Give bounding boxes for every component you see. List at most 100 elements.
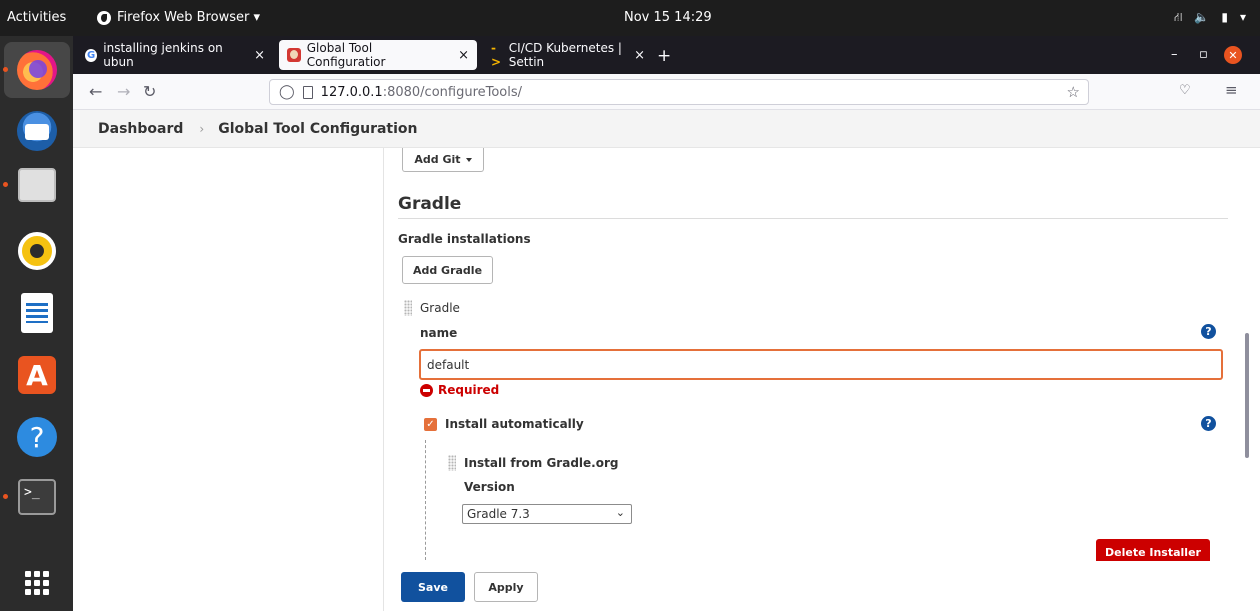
- app-center-icon: A: [18, 356, 56, 394]
- show-apps-icon: [25, 571, 49, 595]
- help-icon[interactable]: ?: [1201, 324, 1216, 339]
- close-tab-icon[interactable]: ×: [254, 48, 265, 63]
- tab-installing-jenkins[interactable]: G installing jenkins on ubun ×: [77, 40, 273, 70]
- jenkins-icon: [287, 48, 301, 62]
- chevron-down-icon: ⌄: [615, 506, 625, 519]
- clock[interactable]: Nov 15 14:29: [624, 10, 712, 25]
- tab-label: CI/CD Kubernetes | Settin: [508, 41, 622, 69]
- delete-installer-label: Delete Installer: [1105, 546, 1201, 559]
- dock-firefox[interactable]: [3, 42, 70, 98]
- dock-writer[interactable]: [14, 290, 60, 336]
- google-icon: G: [85, 48, 98, 62]
- apply-button[interactable]: Apply: [474, 572, 538, 602]
- dock-files[interactable]: [3, 162, 60, 208]
- version-label: Version: [464, 480, 515, 494]
- help-icon: ?: [17, 417, 57, 457]
- app-menu-label: Firefox Web Browser ▾: [117, 10, 260, 25]
- bookmark-star-icon[interactable]: ☆: [1067, 83, 1080, 101]
- nested-block-guide: [425, 440, 426, 560]
- add-git-button[interactable]: Add Git: [402, 148, 484, 172]
- add-gradle-button[interactable]: Add Gradle: [402, 256, 493, 284]
- window-close-icon[interactable]: ✕: [1224, 46, 1242, 64]
- dock-terminal[interactable]: >_: [3, 474, 60, 520]
- files-icon: [18, 168, 56, 202]
- required-error: Required: [420, 383, 499, 397]
- save-button[interactable]: Save: [401, 572, 465, 602]
- pocket-icon[interactable]: ♡: [1179, 83, 1191, 98]
- volume-icon[interactable]: 🔈: [1194, 10, 1209, 26]
- back-icon[interactable]: ←: [89, 82, 102, 101]
- help-icon[interactable]: ?: [1201, 416, 1216, 431]
- gradle-item-title: Gradle: [420, 301, 460, 315]
- gradle-installations-label: Gradle installations: [398, 232, 531, 246]
- close-tab-icon[interactable]: ×: [634, 48, 645, 63]
- maximize-icon[interactable]: ▫: [1199, 47, 1208, 62]
- reload-icon[interactable]: ↻: [143, 82, 156, 101]
- save-label: Save: [418, 580, 448, 594]
- network-icon[interactable]: ⛙: [1174, 10, 1182, 26]
- side-panel-divider: [383, 148, 384, 611]
- dock-app-center[interactable]: A: [14, 352, 60, 398]
- dock: A ? >_: [0, 36, 73, 611]
- firefox-small-icon: [97, 10, 111, 25]
- dock-rhythmbox[interactable]: [14, 228, 60, 274]
- navigation-toolbar: ← → ↻ ◯ 127.0.0.1:8080/configureTools/ ☆…: [73, 74, 1260, 110]
- gitlab-arrow-icon: ->: [491, 41, 502, 69]
- install-automatically-checkbox[interactable]: ✓: [424, 418, 437, 431]
- running-indicator: [3, 67, 8, 72]
- install-automatically-label[interactable]: Install automatically: [445, 417, 584, 431]
- terminal-icon: >_: [18, 479, 56, 515]
- name-label: name: [420, 326, 458, 340]
- rhythmbox-icon: [18, 232, 56, 270]
- add-git-label: Add Git: [414, 153, 461, 166]
- dock-thunderbird[interactable]: [14, 108, 60, 154]
- menu-caret-icon[interactable]: ▾: [1240, 10, 1246, 26]
- thunderbird-icon: [17, 111, 57, 151]
- minimize-icon[interactable]: –: [1171, 47, 1178, 62]
- url-text[interactable]: 127.0.0.1:8080/configureTools/: [321, 85, 522, 100]
- page-info-icon[interactable]: [302, 85, 313, 99]
- battery-icon[interactable]: ▮: [1221, 10, 1228, 26]
- main-content: Add Git Gradle Gradle installations Add …: [73, 148, 1260, 611]
- running-indicator: [3, 494, 8, 499]
- tab-label: installing jenkins on ubun: [103, 41, 223, 69]
- tab-global-tool-configuration[interactable]: Global Tool Configuratior ×: [279, 40, 477, 70]
- gradle-section-title: Gradle: [398, 194, 462, 214]
- system-top-bar: Activities Firefox Web Browser ▾ Nov 15 …: [0, 0, 1260, 36]
- breadcrumb-separator: ›: [199, 121, 205, 136]
- error-icon: [420, 383, 433, 397]
- app-menu[interactable]: Firefox Web Browser ▾: [97, 10, 260, 25]
- add-gradle-label: Add Gradle: [412, 263, 483, 277]
- activities-button[interactable]: Activities: [7, 10, 66, 25]
- breadcrumb-dashboard[interactable]: Dashboard: [98, 121, 183, 137]
- breadcrumb-current[interactable]: Global Tool Configuration: [218, 121, 417, 137]
- apply-label: Apply: [488, 580, 524, 594]
- scrollbar-thumb[interactable]: [1245, 333, 1249, 458]
- firefox-icon: [17, 50, 57, 90]
- drag-handle-icon[interactable]: [404, 300, 412, 316]
- tracking-shield-icon[interactable]: ◯: [279, 84, 295, 100]
- hamburger-menu-icon[interactable]: ≡: [1225, 81, 1238, 99]
- installer-title: Install from Gradle.org: [464, 456, 619, 470]
- required-message: Required: [438, 383, 500, 397]
- version-selected-value: Gradle 7.3: [467, 507, 530, 521]
- forward-icon[interactable]: →: [117, 82, 130, 101]
- new-tab-button[interactable]: +: [657, 46, 671, 66]
- version-select[interactable]: Gradle 7.3 ⌄: [462, 504, 632, 524]
- tab-cicd-kubernetes[interactable]: -> CI/CD Kubernetes | Settin ×: [483, 40, 653, 70]
- drag-handle-icon[interactable]: [448, 455, 456, 471]
- tab-bar: G installing jenkins on ubun × Global To…: [73, 36, 1260, 74]
- delete-installer-button[interactable]: Delete Installer: [1096, 539, 1210, 561]
- dock-help[interactable]: ?: [14, 414, 60, 460]
- writer-icon: [21, 293, 53, 333]
- section-divider: [398, 218, 1228, 219]
- running-indicator: [3, 182, 8, 187]
- gradle-name-input[interactable]: [419, 349, 1223, 380]
- tab-label: Global Tool Configuratior: [306, 41, 386, 69]
- close-tab-icon[interactable]: ×: [458, 48, 469, 63]
- url-host: 127.0.0.1: [320, 84, 383, 100]
- system-tray[interactable]: ⛙ 🔈 ▮ ▾: [1174, 10, 1246, 26]
- dock-show-apps[interactable]: [14, 560, 60, 606]
- chevron-down-icon: [465, 157, 472, 162]
- address-bar[interactable]: ◯ 127.0.0.1:8080/configureTools/ ☆: [269, 79, 1089, 105]
